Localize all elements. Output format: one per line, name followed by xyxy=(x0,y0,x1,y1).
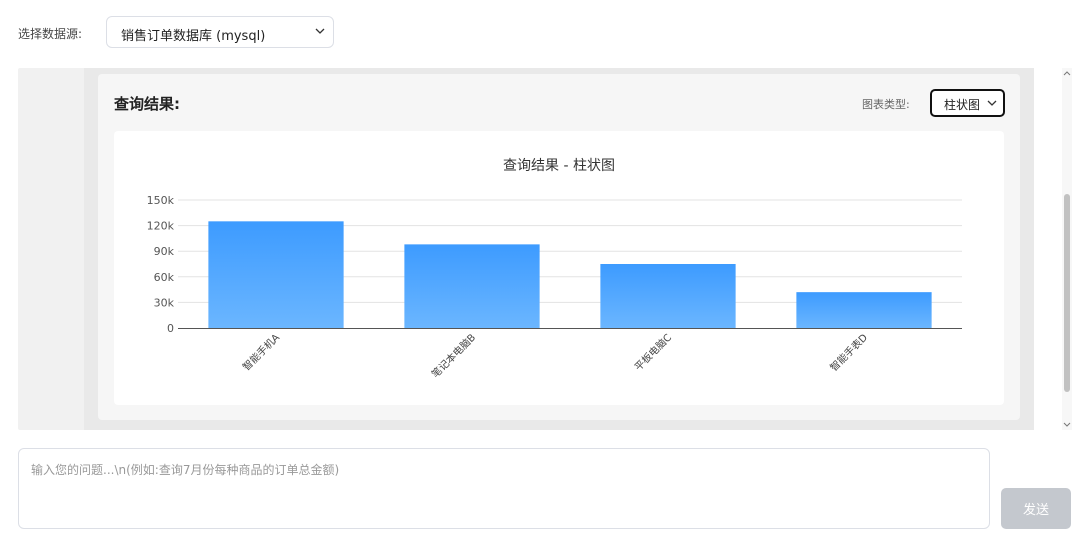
question-input[interactable] xyxy=(19,449,989,528)
y-tick-label: 60k xyxy=(154,271,175,284)
y-tick-label: 90k xyxy=(154,245,175,258)
chart-type-select[interactable]: 柱状图 xyxy=(930,89,1005,117)
bar xyxy=(208,221,344,328)
chevron-down-icon xyxy=(315,28,325,34)
toolbar: 选择数据源: 销售订单数据库 (mysql) xyxy=(0,0,1080,64)
scrollbar-thumb[interactable] xyxy=(1064,194,1070,392)
question-input-box[interactable] xyxy=(18,448,990,529)
bar-chart: 查询结果 - 柱状图 0 30k 60k 90k 120k 150k 智能手机A 笔记本电脑B 平… xyxy=(147,158,962,380)
y-tick-label: 0 xyxy=(167,322,174,335)
chevron-down-icon xyxy=(987,100,997,106)
y-tick-label: 150k xyxy=(147,194,175,207)
datasource-selected-value: 销售订单数据库 (mysql) xyxy=(121,29,266,44)
chart-type-label: 图表类型: xyxy=(862,98,910,111)
send-button[interactable]: 发送 xyxy=(1001,488,1071,529)
y-tick-label: 30k xyxy=(154,296,175,309)
results-scrollbar[interactable] xyxy=(1061,68,1073,430)
datasource-select[interactable]: 销售订单数据库 (mysql) xyxy=(106,16,334,48)
x-tick-label: 智能手机A xyxy=(240,331,282,373)
x-tick-label: 智能手表D xyxy=(827,331,870,374)
x-tick-label: 平板电脑C xyxy=(632,331,674,373)
bar xyxy=(796,292,932,328)
bar xyxy=(404,244,540,328)
datasource-label: 选择数据源: xyxy=(18,27,83,41)
y-tick-label: 120k xyxy=(147,220,175,233)
x-tick-label: 笔记本电脑B xyxy=(429,331,478,380)
chart-title: 查询结果 - 柱状图 xyxy=(503,158,615,174)
bar xyxy=(600,264,736,328)
chart-type-selected-value: 柱状图 xyxy=(944,98,981,112)
result-title: 查询结果: xyxy=(114,95,180,113)
scroll-down-icon[interactable] xyxy=(1063,422,1071,428)
scroll-up-icon[interactable] xyxy=(1063,70,1071,76)
